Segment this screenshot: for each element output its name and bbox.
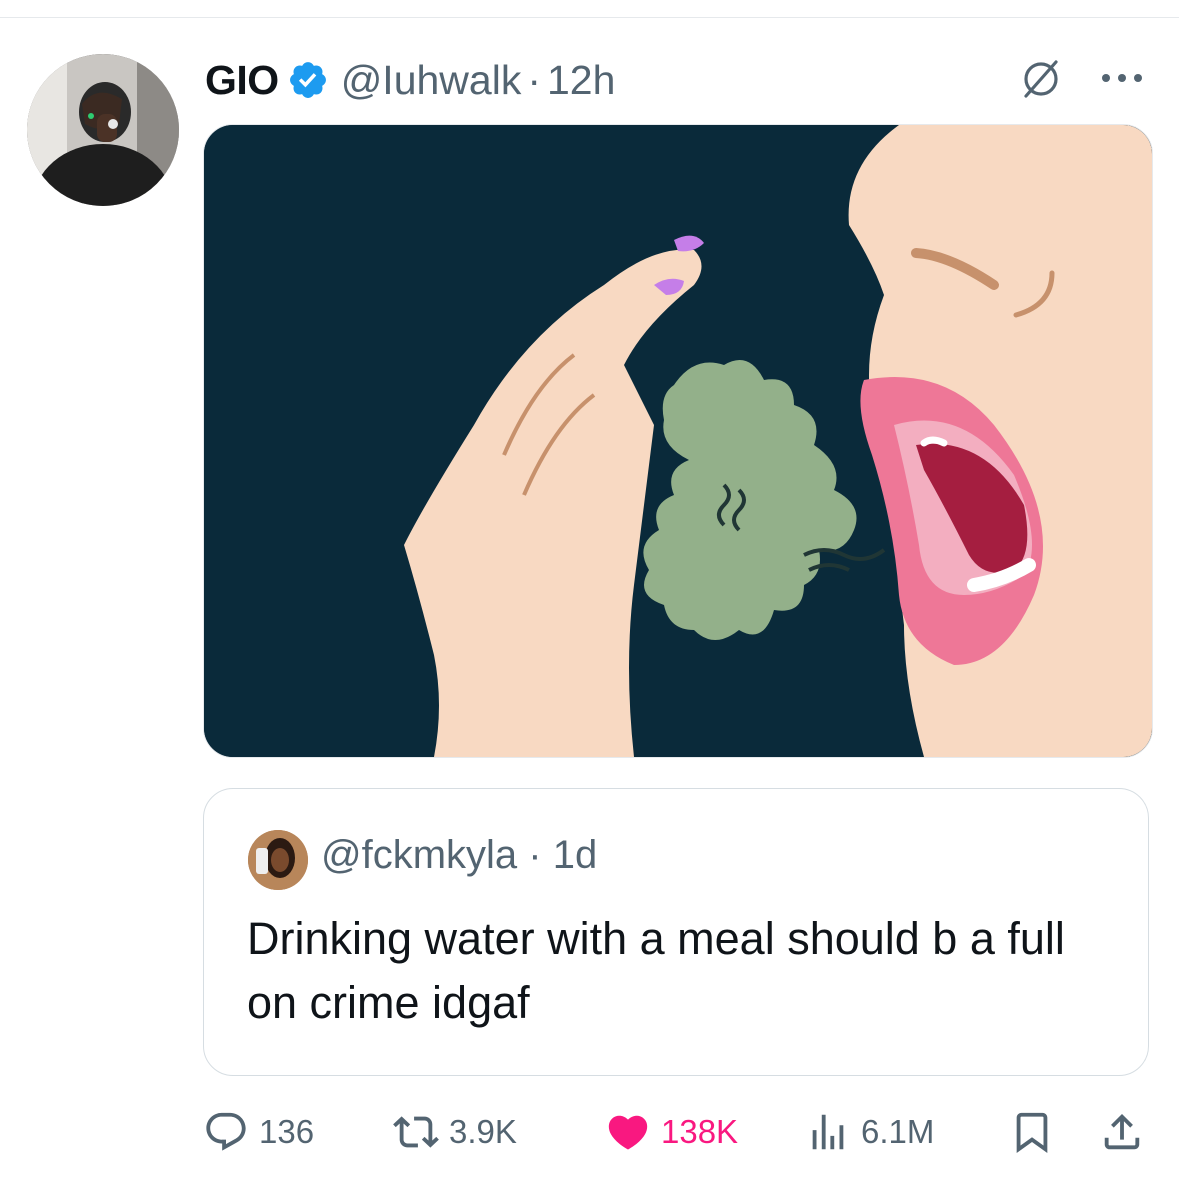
views-button[interactable]: 6.1M [805,1102,934,1162]
quoted-tweet[interactable]: @fckmkyla · 1d Drinking water with a mea… [203,788,1149,1076]
quoted-handle[interactable]: @fckmkyla [321,833,517,877]
views-icon [812,1114,844,1150]
action-bar: 136 3.9K 138K 6.1M [203,1102,1151,1162]
reply-button[interactable]: 136 [203,1102,314,1162]
like-icon [608,1115,648,1150]
quoted-meta: @fckmkyla · 1d [321,833,597,878]
quoted-separator: · [528,833,542,877]
quoted-timestamp[interactable]: 1d [553,833,598,877]
grok-icon[interactable] [1018,56,1064,102]
author-display-name[interactable]: GIO [205,57,279,104]
tweet-timestamp[interactable]: 12h [547,57,615,104]
quoted-author-avatar[interactable] [248,830,308,890]
tweet-header: GIO @Iuhwalk · 12h [205,52,615,108]
more-icon[interactable] [1099,70,1145,86]
quoted-avatar-image [248,830,308,890]
repost-icon [393,1116,439,1148]
reply-count: 136 [259,1113,315,1150]
top-divider [0,17,1179,18]
bookmark-button[interactable] [1009,1102,1055,1162]
author-handle[interactable]: @Iuhwalk [341,57,522,104]
bookmark-icon [1016,1112,1048,1153]
reply-icon [206,1112,246,1151]
quoted-text: Drinking water with a meal should b a fu… [247,913,1065,1028]
author-avatar[interactable] [27,54,179,206]
repost-button[interactable]: 3.9K [393,1102,517,1162]
bad-breath-illustration [204,125,1152,757]
meta-separator: · [527,56,541,103]
like-count: 138K [661,1113,739,1150]
repost-count: 3.9K [449,1113,517,1150]
tweet-media-image[interactable] [203,124,1153,758]
verified-badge-icon [289,62,326,98]
views-count: 6.1M [861,1113,935,1150]
share-icon [1104,1113,1140,1150]
avatar-image [27,54,179,206]
share-button[interactable] [1099,1102,1145,1162]
like-button[interactable]: 138K [605,1102,738,1162]
